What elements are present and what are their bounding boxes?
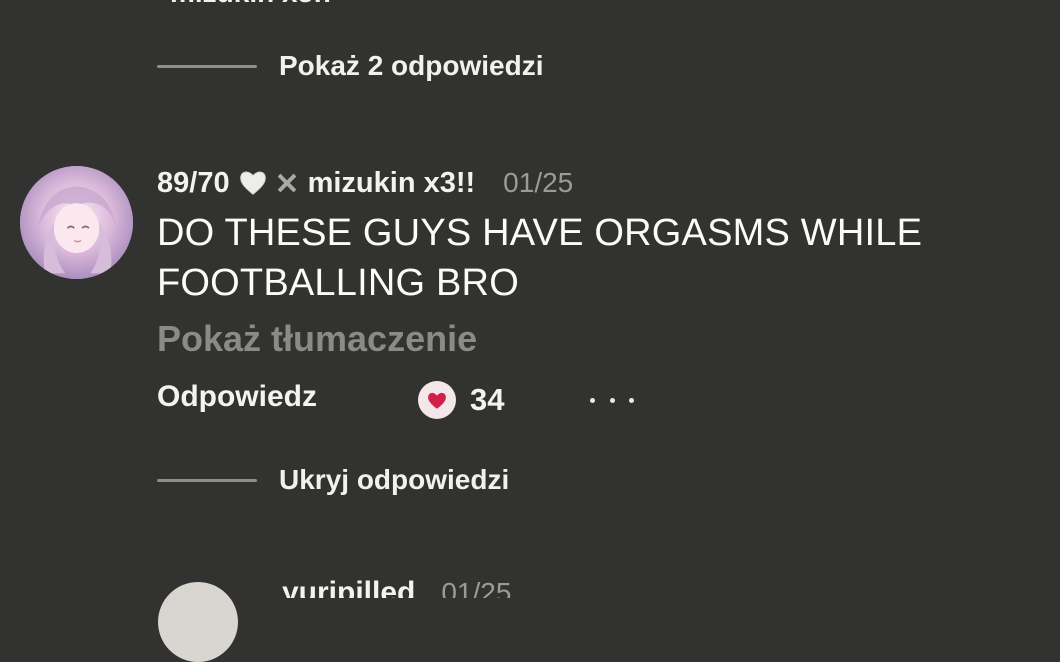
more-dots-icon [590, 397, 595, 403]
hide-replies-label: Ukryj odpowiedzi [279, 464, 510, 495]
next-comment-avatar[interactable] [158, 582, 238, 662]
next-comment-username[interactable]: yuripilled [282, 578, 415, 598]
previous-comment-username: mizukin x3!! [170, 0, 332, 8]
comment-text: DO THESE GUYS HAVE ORGASMS WHILE FOOTBAL… [157, 212, 923, 304]
comment-header: 89/70 mizukin x3!! 01/25 [157, 165, 573, 201]
cross-mark-icon [277, 173, 296, 193]
comment-username-prefix[interactable]: 89/70 [157, 167, 230, 200]
comment-username-suffix[interactable]: mizukin x3!! [308, 167, 476, 200]
comment-avatar[interactable] [20, 166, 133, 279]
reply-button[interactable]: Odpowiedz [157, 380, 317, 414]
next-comment-header: yuripilled 01/25 [282, 578, 511, 598]
like-button[interactable]: 34 [418, 380, 504, 420]
heart-icon [418, 381, 456, 419]
previous-comment-partial: mizukin x3!! [170, 0, 690, 8]
white-heart-icon [239, 171, 266, 195]
comment-timestamp: 01/25 [503, 167, 574, 198]
show-replies-button[interactable]: Pokaż 2 odpowiedzi [157, 48, 543, 84]
more-options-button[interactable] [590, 380, 634, 420]
replies-divider-line [157, 478, 257, 482]
show-replies-label: Pokaż 2 odpowiedzi [279, 50, 544, 81]
next-comment-timestamp: 01/25 [441, 578, 512, 598]
like-count: 34 [470, 382, 505, 417]
show-translation-link[interactable]: Pokaż tłumaczenie [157, 318, 477, 360]
replies-divider-line [157, 64, 257, 68]
hide-replies-button[interactable]: Ukryj odpowiedzi [157, 462, 509, 498]
anime-avatar-image [20, 166, 133, 279]
